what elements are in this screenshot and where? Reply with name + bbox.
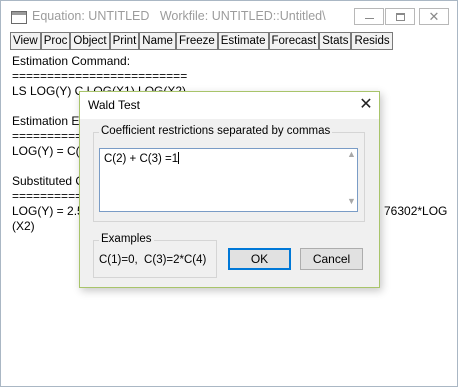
restrictions-value: C(2) + C(3) =1: [104, 152, 180, 165]
substituted-label: Substituted C: [12, 174, 85, 188]
close-icon: ✕: [428, 9, 440, 24]
window-close-button[interactable]: ✕: [419, 8, 449, 25]
toolbar-estimate-button[interactable]: Estimate: [217, 32, 269, 50]
minimize-button[interactable]: [354, 8, 384, 25]
separator-line: ===========: [12, 129, 90, 143]
restrictions-input[interactable]: C(2) + C(3) =1 ▲ ▼: [99, 148, 358, 212]
estimation-equation-text: LOG(Y) = C(1: [12, 144, 87, 158]
toolbar-object-button[interactable]: Object: [70, 32, 110, 50]
restrictions-label: Coefficient restrictions separated by co…: [99, 125, 333, 137]
toolbar-stats-button[interactable]: Stats: [319, 32, 352, 50]
estimation-command-label: Estimation Command:: [12, 54, 131, 68]
minimize-icon: [364, 17, 374, 19]
toolbar-view-button[interactable]: View: [10, 32, 41, 50]
separator-line: =========================: [12, 69, 188, 83]
wald-test-dialog: Wald Test ✕ Coefficient restrictions sep…: [79, 91, 380, 288]
window-titlebar[interactable]: Equation: UNTITLED Workfile: UNTITLED::U…: [1, 1, 457, 33]
examples-label: Examples: [99, 233, 154, 245]
toolbar-freeze-button[interactable]: Freeze: [175, 32, 218, 50]
toolbar-print-button[interactable]: Print: [109, 32, 140, 50]
substituted-equation-wrap: (X2): [12, 219, 35, 233]
toolbar-resids-button[interactable]: Resids: [351, 32, 393, 50]
maximize-button[interactable]: [385, 8, 415, 25]
window-app-icon: [11, 11, 27, 24]
examples-group: Examples C(1)=0, C(3)=2*C(4): [93, 233, 217, 278]
estimation-equation-label: Estimation E: [12, 114, 80, 128]
separator-line: ==========: [12, 189, 83, 203]
scroll-up-icon[interactable]: ▲: [347, 149, 356, 159]
restrictions-group: Coefficient restrictions separated by co…: [93, 125, 365, 222]
dialog-titlebar[interactable]: Wald Test ✕: [80, 92, 379, 119]
toolbar-proc-button[interactable]: Proc: [40, 32, 71, 50]
window-title: Equation: UNTITLED Workfile: UNTITLED::U…: [32, 9, 326, 23]
toolbar-forecast-button[interactable]: Forecast: [268, 32, 320, 50]
text-caret: [178, 152, 180, 164]
toolbar-name-button[interactable]: Name: [139, 32, 176, 50]
substituted-equation-start: LOG(Y) = 2.5: [12, 204, 84, 218]
substituted-equation-end: 76302*LOG: [384, 204, 448, 218]
dialog-title: Wald Test: [88, 98, 141, 112]
scroll-down-icon[interactable]: ▼: [347, 196, 356, 206]
cancel-button[interactable]: Cancel: [300, 248, 363, 270]
ok-button[interactable]: OK: [228, 248, 291, 270]
equation-toolbar: View Proc Object Print Name Freeze Estim…: [10, 32, 393, 50]
dialog-close-icon[interactable]: ✕: [356, 95, 376, 115]
examples-text: C(1)=0, C(3)=2*C(4): [99, 254, 207, 266]
maximize-icon: [395, 12, 405, 21]
